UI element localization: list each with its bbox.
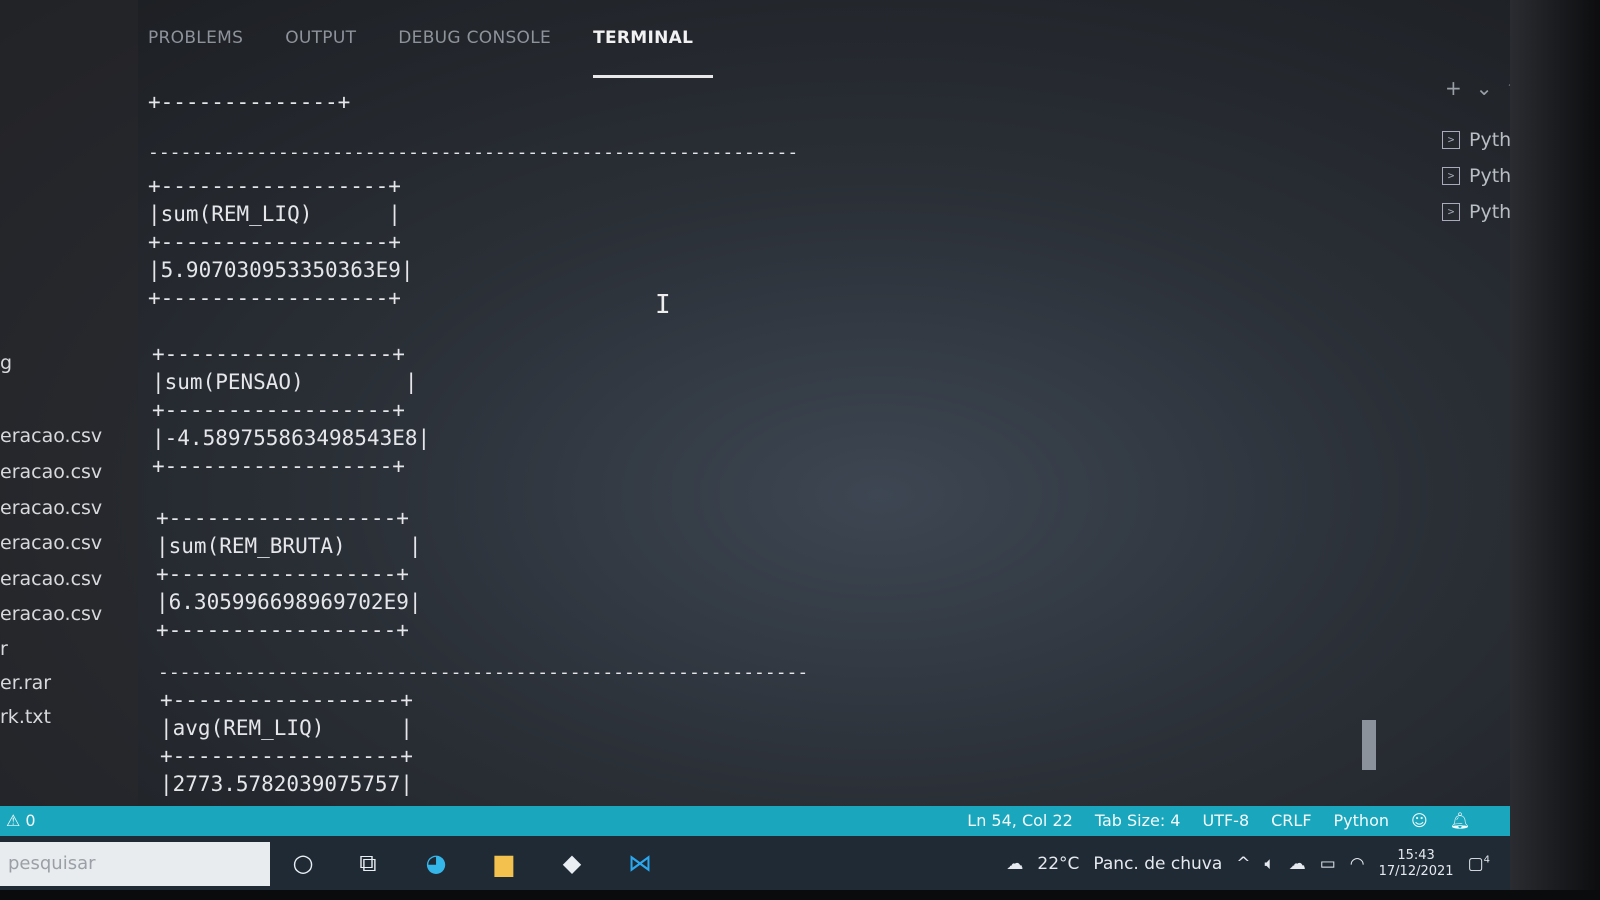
weather-description[interactable]: Panc. de chuva — [1093, 854, 1222, 874]
table-border: +------------------+ — [152, 342, 405, 366]
panel-tabs: PROBLEMS OUTPUT DEBUG CONSOLE TERMINAL — [148, 18, 735, 78]
cursor-position[interactable]: Ln 54, Col 22 — [967, 811, 1073, 830]
table-value: |-4.589755863498543E8| — [152, 426, 431, 450]
vscode-icon[interactable]: ⋈ — [622, 846, 658, 880]
taskbar-search-input[interactable]: pesquisar — [0, 842, 270, 886]
result-table: +------------------+ |sum(REM_LIQ) | +--… — [148, 172, 414, 312]
explorer-item[interactable]: g — [0, 352, 12, 374]
cortana-icon[interactable]: ○ — [285, 846, 321, 880]
table-header: |avg(REM_LIQ) | — [160, 716, 413, 740]
terminal-icon: > — [1442, 167, 1460, 185]
result-table: +------------------+ |sum(PENSAO) | +---… — [152, 340, 430, 480]
volume-icon[interactable]: 🔈︎ — [1265, 854, 1275, 874]
explorer-item[interactable]: eracao.csv — [0, 425, 102, 447]
clock-time: 15:43 — [1397, 848, 1435, 863]
tab-debug-console[interactable]: DEBUG CONSOLE — [398, 18, 571, 78]
encoding[interactable]: UTF-8 — [1202, 811, 1249, 830]
onedrive-icon[interactable]: ☁ — [1289, 854, 1306, 874]
terminal-icon: > — [1442, 131, 1460, 149]
monitor-bezel-bottom — [0, 890, 1600, 900]
table-border: +------------------+ — [156, 506, 409, 530]
file-explorer-icon[interactable]: ▆ — [486, 846, 522, 880]
feedback-icon[interactable]: ☺ — [1411, 811, 1428, 830]
table-border: +--------------+ — [148, 90, 351, 114]
table-border: +------------------+ — [160, 744, 413, 768]
terminal-output[interactable]: +--------------+ -----------------------… — [148, 84, 868, 804]
table-value: |5.907030953350363E9| — [148, 258, 414, 282]
explorer-item[interactable]: r — [0, 638, 8, 660]
table-border: +------------------+ — [160, 688, 413, 712]
clock[interactable]: 15:43 17/12/2021 — [1379, 848, 1454, 880]
language-mode[interactable]: Python — [1334, 811, 1389, 830]
tab-size[interactable]: Tab Size: 4 — [1095, 811, 1181, 830]
task-view-icon[interactable]: ⧉ — [350, 846, 386, 880]
tab-terminal[interactable]: TERMINAL — [593, 18, 714, 78]
cloud-icon: ☁ — [1006, 854, 1024, 874]
explorer-item[interactable]: eracao.csv — [0, 461, 102, 483]
explorer-item[interactable]: eracao.csv — [0, 532, 102, 554]
explorer-sidebar: g eracao.csv eracao.csv eracao.csv eraca… — [0, 0, 138, 806]
clock-date: 17/12/2021 — [1378, 864, 1454, 879]
notification-icon[interactable]: ▢4 — [1468, 854, 1490, 874]
terminal-icon: > — [1442, 203, 1460, 221]
table-value: |2773.5782039075757| — [160, 772, 413, 796]
notification-count: 4 — [1483, 854, 1490, 866]
explorer-item[interactable]: eracao.csv — [0, 603, 102, 625]
explorer-item[interactable]: eracao.csv — [0, 497, 102, 519]
edge-icon[interactable]: ◕ — [418, 846, 454, 880]
result-table: +------------------+ |sum(REM_BRUTA) | +… — [156, 504, 422, 644]
taskbar: pesquisar ○ ⧉ ◕ ▆ ◆ ⋈ ☁ 22°C Panc. de ch… — [0, 836, 1510, 890]
tab-output[interactable]: OUTPUT — [285, 18, 376, 78]
explorer-item[interactable]: er.rar — [0, 672, 51, 694]
table-border: +------------------+ — [148, 174, 401, 198]
table-border: +------------------+ — [152, 398, 405, 422]
output-separator: ----------------------------------------… — [158, 662, 809, 683]
screen: g eracao.csv eracao.csv eracao.csv eraca… — [0, 0, 1600, 900]
status-bar: ⚠ 0 Ln 54, Col 22 Tab Size: 4 UTF-8 CRLF… — [0, 806, 1510, 836]
app-icon[interactable]: ◆ — [554, 846, 590, 880]
table-border: +------------------+ — [156, 562, 409, 586]
explorer-item[interactable]: eracao.csv — [0, 568, 102, 590]
table-header: |sum(REM_BRUTA) | — [156, 534, 422, 558]
table-border: +------------------+ — [152, 454, 405, 478]
table-value: |6.305996698969702E9| — [156, 590, 422, 614]
output-separator: ----------------------------------------… — [148, 142, 799, 163]
new-terminal-icon[interactable]: + — [1445, 76, 1462, 100]
result-table: +------------------+ |avg(REM_LIQ) | +--… — [160, 686, 413, 798]
table-header: |sum(REM_LIQ) | — [148, 202, 401, 226]
battery-icon[interactable]: ▭ — [1320, 854, 1336, 874]
system-tray: ☁ 22°C Panc. de chuva ^ 🔈︎ ☁ ▭ ◠ 15:43 1… — [1006, 848, 1490, 880]
line-ending[interactable]: CRLF — [1271, 811, 1311, 830]
chevron-up-icon[interactable]: ^ — [1236, 854, 1250, 874]
wifi-icon[interactable]: ◠ — [1350, 854, 1365, 874]
explorer-item[interactable]: rk.txt — [0, 706, 51, 728]
bell-icon[interactable]: 🔔︎ — [1450, 811, 1470, 830]
table-border: +------------------+ — [148, 230, 401, 254]
terminal-scrollbar[interactable] — [1362, 720, 1376, 770]
table-border: +------------------+ — [148, 286, 401, 310]
monitor-bezel — [1510, 0, 1600, 900]
tab-problems[interactable]: PROBLEMS — [148, 18, 263, 78]
warnings-count[interactable]: ⚠ 0 — [6, 811, 36, 830]
table-header: |sum(PENSAO) | — [152, 370, 418, 394]
text-cursor-icon: I — [655, 290, 671, 320]
chevron-down-icon[interactable]: ⌄ — [1476, 76, 1493, 100]
table-border: +------------------+ — [156, 618, 409, 642]
weather-temp[interactable]: 22°C — [1037, 854, 1079, 874]
